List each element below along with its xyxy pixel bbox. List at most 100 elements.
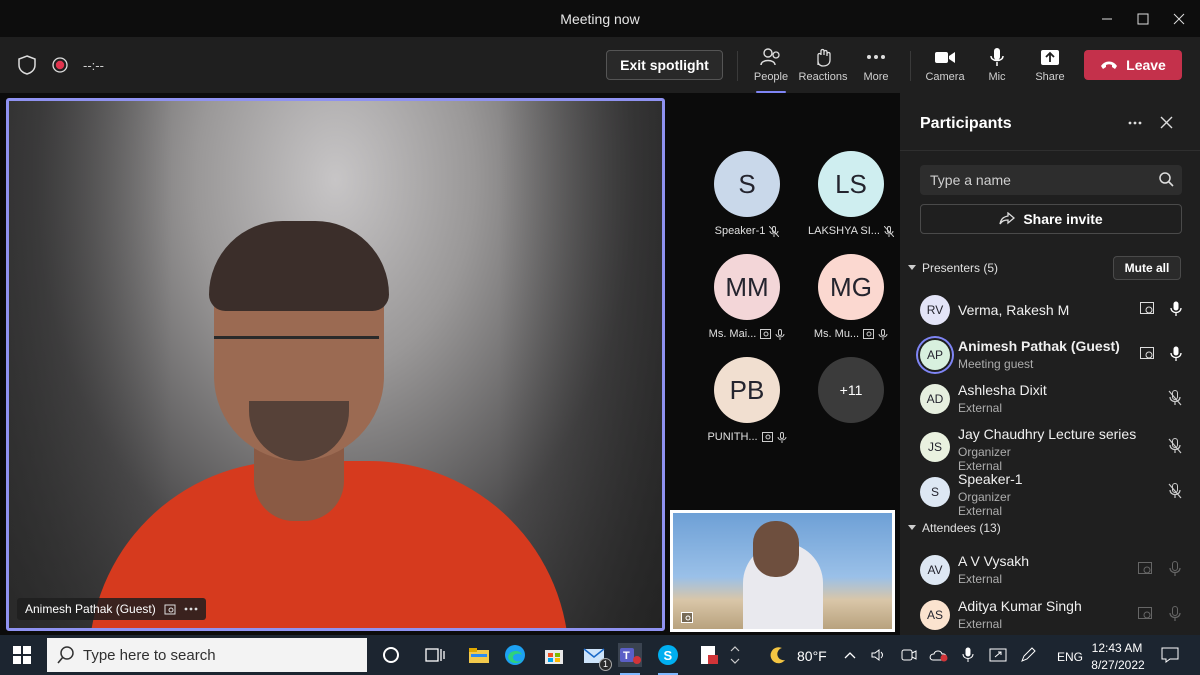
clock-date[interactable]: 8/27/2022 bbox=[1087, 658, 1149, 672]
mic-button[interactable]: Mic bbox=[971, 43, 1023, 89]
close-button[interactable] bbox=[1159, 0, 1199, 37]
mute-all-button[interactable]: Mute all bbox=[1113, 256, 1181, 280]
participant-tile[interactable]: S Speaker-1 bbox=[697, 151, 797, 251]
participant-row[interactable]: AV A V Vysakh External bbox=[920, 553, 1190, 599]
camera-off-icon bbox=[1138, 607, 1152, 619]
participant-row[interactable]: JS Jay Chaudhry Lecture series Organizer… bbox=[920, 426, 1190, 473]
shield-icon[interactable] bbox=[18, 55, 36, 80]
mail-icon[interactable]: 1 bbox=[582, 643, 612, 671]
mail-badge: 1 bbox=[599, 658, 612, 671]
skype-icon[interactable]: S bbox=[656, 643, 680, 675]
microsoft-store-icon[interactable] bbox=[542, 643, 566, 667]
cortana-icon[interactable] bbox=[379, 643, 403, 667]
task-view-icon[interactable] bbox=[423, 643, 447, 667]
meeting-timer: --:-- bbox=[83, 58, 104, 73]
onedrive-icon[interactable] bbox=[927, 643, 951, 667]
meet-now-icon[interactable] bbox=[897, 643, 921, 667]
minimize-button[interactable] bbox=[1087, 0, 1127, 37]
mic-icon bbox=[1170, 301, 1182, 316]
document-app-icon[interactable] bbox=[697, 643, 721, 667]
weather-temp[interactable]: 80°F bbox=[797, 648, 827, 664]
participant-status-icons bbox=[1168, 390, 1182, 406]
tile-name-text: Ms. Mai... bbox=[708, 328, 757, 340]
panel-title: Participants bbox=[920, 115, 1012, 132]
avatar: AD bbox=[920, 384, 950, 414]
share-invite-button[interactable]: Share invite bbox=[920, 204, 1182, 234]
volume-icon[interactable] bbox=[867, 643, 891, 667]
participant-status-icons bbox=[1138, 561, 1182, 577]
participant-search-input[interactable]: Type a name bbox=[920, 165, 1182, 195]
svg-text:S: S bbox=[664, 648, 673, 663]
reactions-button[interactable]: Reactions bbox=[797, 43, 849, 89]
clock-time[interactable]: 12:43 AM bbox=[1089, 641, 1145, 655]
attendees-section-header[interactable]: Attendees (13) bbox=[908, 521, 1001, 535]
participant-row[interactable]: AD Ashlesha Dixit External bbox=[920, 382, 1190, 428]
mic-icon bbox=[775, 328, 785, 340]
participant-name: A V Vysakh bbox=[958, 553, 1030, 569]
language-indicator[interactable]: ENG bbox=[1057, 650, 1083, 664]
recording-icon[interactable] bbox=[52, 57, 68, 78]
panel-divider bbox=[900, 150, 1200, 151]
share-icon bbox=[1041, 50, 1059, 65]
svg-text:T: T bbox=[623, 650, 630, 662]
camera-button[interactable]: Camera bbox=[919, 43, 971, 89]
camera-sharing-icon bbox=[681, 612, 693, 623]
taskbar-scroll-icon[interactable] bbox=[728, 643, 742, 667]
tile-name: Ms. Mu... bbox=[791, 328, 911, 340]
camera-sharing-icon bbox=[1140, 302, 1154, 314]
participant-tile[interactable]: LS LAKSHYA SI... bbox=[801, 151, 901, 251]
participant-name: Speaker-1 bbox=[958, 471, 1023, 487]
edge-icon[interactable] bbox=[503, 643, 527, 667]
search-icon bbox=[1159, 172, 1174, 187]
avatar: JS bbox=[920, 432, 950, 462]
more-icon bbox=[867, 55, 885, 59]
more-options-icon[interactable] bbox=[1128, 121, 1142, 125]
spotlight-name: Animesh Pathak (Guest) bbox=[25, 602, 156, 616]
share-label: Share bbox=[1035, 71, 1065, 83]
share-button[interactable]: Share bbox=[1024, 43, 1076, 89]
pen-icon[interactable] bbox=[1016, 643, 1040, 667]
file-explorer-icon[interactable] bbox=[467, 643, 491, 667]
more-button[interactable]: More bbox=[850, 43, 902, 89]
meeting-stage: Animesh Pathak (Guest) S Speaker-1 LS LA… bbox=[0, 93, 900, 635]
self-view-video[interactable] bbox=[670, 510, 895, 632]
leave-button[interactable]: Leave bbox=[1084, 50, 1182, 80]
camera-sharing-icon bbox=[761, 432, 773, 442]
windows-start-button[interactable] bbox=[10, 643, 34, 667]
close-icon[interactable] bbox=[1160, 116, 1173, 129]
participant-tile[interactable]: MG Ms. Mu... bbox=[801, 254, 901, 354]
presenters-section-header[interactable]: Presenters (5) bbox=[908, 261, 998, 275]
participant-row[interactable]: RV Verma, Rakesh M bbox=[920, 295, 1190, 339]
people-button[interactable]: People bbox=[745, 43, 797, 93]
chevron-up-icon[interactable] bbox=[838, 643, 862, 667]
participant-tile[interactable]: MM Ms. Mai... bbox=[697, 254, 797, 354]
participant-row[interactable]: S Speaker-1 Organizer External bbox=[920, 471, 1190, 518]
search-icon bbox=[57, 646, 74, 664]
avatar: S bbox=[714, 151, 780, 217]
screen-share-tray-icon[interactable] bbox=[986, 643, 1010, 667]
camera-sharing-icon bbox=[863, 329, 875, 339]
participant-tile[interactable]: PB PUNITH... bbox=[697, 357, 797, 457]
camera-sharing-icon bbox=[164, 604, 176, 614]
people-icon bbox=[760, 48, 780, 66]
overflow-tile[interactable]: +11 bbox=[801, 357, 901, 457]
maximize-button[interactable] bbox=[1123, 0, 1163, 37]
taskbar-search-input[interactable]: Type here to search bbox=[47, 638, 367, 672]
microphone-tray-icon[interactable] bbox=[956, 643, 980, 667]
participant-row[interactable]: AP Animesh Pathak (Guest) Meeting guest bbox=[920, 338, 1190, 384]
more-options-icon[interactable] bbox=[184, 607, 198, 611]
weather-icon[interactable] bbox=[766, 643, 790, 667]
presenters-label: Presenters (5) bbox=[922, 261, 999, 275]
leave-label: Leave bbox=[1126, 57, 1166, 73]
participant-name: Jay Chaudhry Lecture series bbox=[958, 426, 1137, 442]
exit-spotlight-button[interactable]: Exit spotlight bbox=[606, 50, 723, 80]
spotlight-video[interactable]: Animesh Pathak (Guest) bbox=[6, 98, 665, 631]
teams-icon[interactable]: T bbox=[618, 643, 642, 675]
share-invite-label: Share invite bbox=[1023, 211, 1103, 227]
notifications-icon[interactable] bbox=[1158, 643, 1182, 667]
spotlight-name-tag: Animesh Pathak (Guest) bbox=[17, 598, 206, 620]
participant-name: Ashlesha Dixit bbox=[958, 382, 1047, 398]
participant-name: Verma, Rakesh M bbox=[958, 302, 1070, 318]
participant-status-icons bbox=[1168, 438, 1182, 454]
chevron-down-icon bbox=[908, 525, 916, 530]
